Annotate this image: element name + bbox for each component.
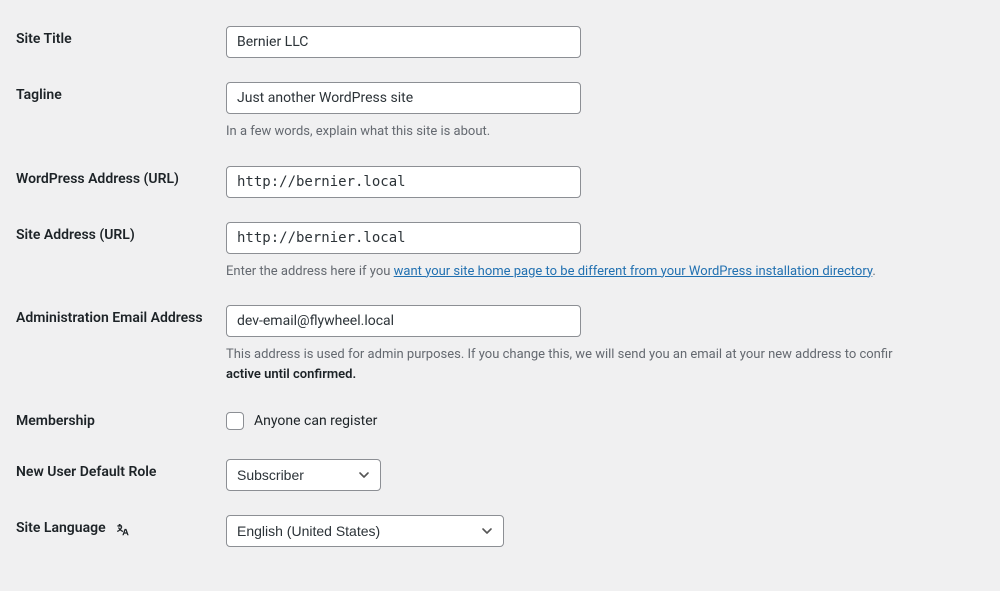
general-settings-table: Site Title Tagline In a few words, expla… <box>16 14 1000 559</box>
membership-checkbox-label: Anyone can register <box>254 413 377 429</box>
site-title-input[interactable] <box>226 26 581 58</box>
wp-address-input[interactable] <box>226 166 581 198</box>
admin-email-description: This address is used for admin purposes.… <box>226 345 990 384</box>
tagline-description: In a few words, explain what this site i… <box>226 122 990 142</box>
membership-label: Membership <box>16 396 226 447</box>
site-address-input[interactable] <box>226 222 581 254</box>
translate-icon <box>112 519 130 537</box>
site-address-description: Enter the address here if you want your … <box>226 262 990 282</box>
site-address-label: Site Address (URL) <box>16 210 226 294</box>
site-language-label-cell: Site Language <box>16 503 226 559</box>
membership-checkbox[interactable] <box>226 412 244 430</box>
site-language-label: Site Language <box>16 519 106 538</box>
tagline-input[interactable] <box>226 82 581 114</box>
new-user-role-label: New User Default Role <box>16 447 226 503</box>
admin-email-input[interactable] <box>226 305 581 337</box>
new-user-role-select[interactable]: Subscriber <box>226 459 381 491</box>
admin-email-label: Administration Email Address <box>16 293 226 396</box>
wp-address-label: WordPress Address (URL) <box>16 154 226 210</box>
site-address-help-link[interactable]: want your site home page to be different… <box>394 264 873 279</box>
site-language-select[interactable]: English (United States) <box>226 515 504 547</box>
site-title-label: Site Title <box>16 14 226 70</box>
tagline-label: Tagline <box>16 70 226 154</box>
